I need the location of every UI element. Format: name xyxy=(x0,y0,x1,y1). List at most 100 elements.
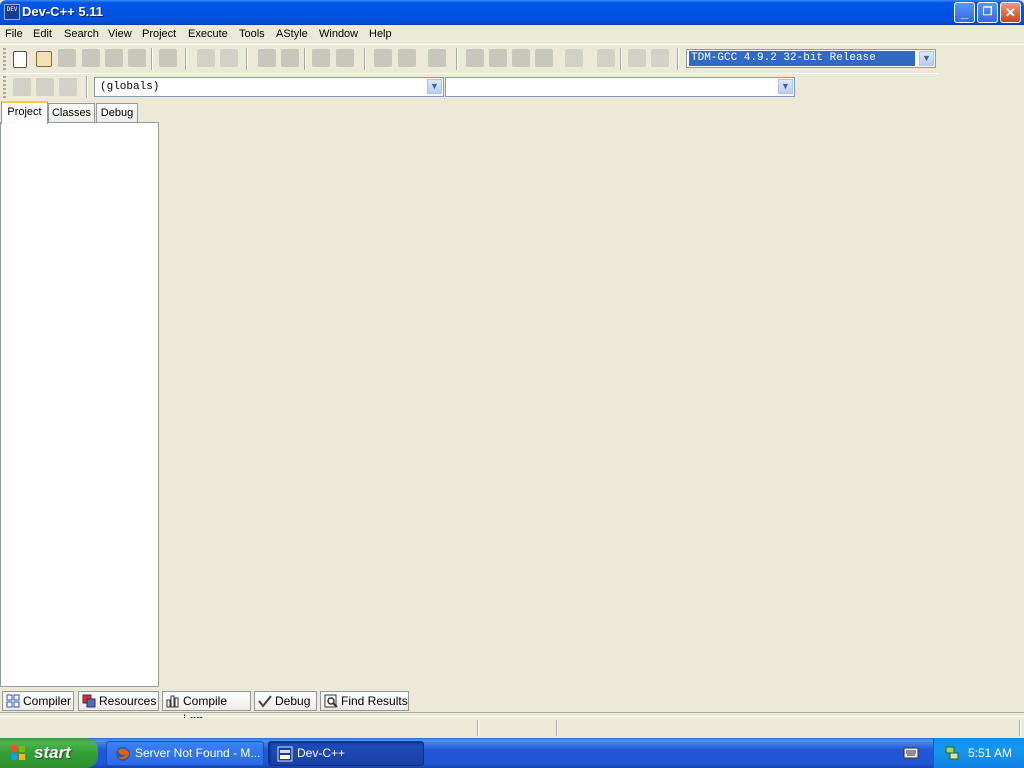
toolbar-separator xyxy=(364,48,366,70)
editor-area[interactable] xyxy=(160,101,1024,689)
resources-icon xyxy=(82,694,96,708)
menu-bar: File Edit Search View Project Execute To… xyxy=(0,25,1024,45)
close-button[interactable]: ✕ xyxy=(1000,2,1021,23)
compiler-selected-value: TDM-GCC 4.9.2 32-bit Release xyxy=(689,51,915,66)
undo-icon[interactable] xyxy=(197,49,215,67)
tab-debug[interactable]: Debug xyxy=(96,103,138,123)
toolbar-separator xyxy=(185,48,187,70)
restore-button[interactable]: ❐ xyxy=(977,2,998,23)
tab-compile-log[interactable]: Compile Log xyxy=(162,691,251,726)
open-file-icon[interactable] xyxy=(36,51,52,67)
minimize-icon: _ xyxy=(960,5,969,20)
menu-astyle[interactable]: AStyle xyxy=(276,28,308,40)
bookmark-icon[interactable] xyxy=(336,49,354,67)
compile-icon[interactable] xyxy=(466,49,484,67)
replace-icon[interactable] xyxy=(281,49,299,67)
status-divider xyxy=(1019,720,1021,736)
keyboard-icon[interactable] xyxy=(903,746,919,760)
grid-icon xyxy=(6,694,20,708)
redo-icon[interactable] xyxy=(220,49,238,67)
menu-search[interactable]: Search xyxy=(64,28,99,40)
indent-icon[interactable] xyxy=(59,78,77,96)
tab-resources[interactable]: Resources xyxy=(78,691,159,711)
run-icon[interactable] xyxy=(489,49,507,67)
profile-icon[interactable] xyxy=(628,49,646,67)
rebuild-all-icon[interactable] xyxy=(535,49,553,67)
insert-icon[interactable] xyxy=(13,78,31,96)
status-divider xyxy=(556,720,558,736)
menu-window[interactable]: Window xyxy=(319,28,358,40)
clock[interactable]: 5:51 AM xyxy=(968,746,1012,760)
menu-project[interactable]: Project xyxy=(142,28,176,40)
close-file-icon[interactable] xyxy=(105,49,123,67)
checkmark-icon xyxy=(258,695,272,708)
splitter[interactable] xyxy=(0,712,1024,717)
tab-label: Project xyxy=(7,106,42,118)
close-icon: ✕ xyxy=(1005,5,1016,20)
project-tree-panel[interactable] xyxy=(0,122,159,687)
devcpp-app-icon[interactable]: DEV xyxy=(4,4,20,20)
taskbar-item-devcpp[interactable]: Dev-C++ xyxy=(268,741,424,766)
stop-execution-icon[interactable] xyxy=(597,49,615,67)
print-icon[interactable] xyxy=(159,49,177,67)
chevron-down-icon[interactable]: ▼ xyxy=(778,79,793,94)
project-new-icon[interactable] xyxy=(374,49,392,67)
taskbar-item-firefox[interactable]: Server Not Found - M... xyxy=(106,741,264,766)
minimize-button[interactable]: _ xyxy=(954,2,975,23)
tab-compiler[interactable]: Compiler xyxy=(2,691,74,711)
title-bar[interactable] xyxy=(0,0,1024,25)
scope-selected-value: (globals) xyxy=(100,81,160,93)
tab-label: Debug xyxy=(100,107,134,119)
delete-profile-icon[interactable] xyxy=(651,49,669,67)
new-file-icon[interactable] xyxy=(13,51,27,68)
tab-label: Find Results xyxy=(341,694,408,708)
restore-icon: ❐ xyxy=(982,6,993,18)
window-title: Dev-C++ 5.11 xyxy=(22,4,103,19)
save-icon[interactable] xyxy=(58,49,76,67)
compiler-dropdown[interactable]: TDM-GCC 4.9.2 32-bit Release ▼ xyxy=(686,49,936,68)
toolbar-grip[interactable] xyxy=(3,48,6,70)
bar-chart-icon xyxy=(166,695,179,708)
tab-find-results[interactable]: Find Results xyxy=(320,691,409,711)
magnifier-icon xyxy=(324,694,338,708)
tab-label: Compiler xyxy=(23,694,72,708)
project-remove-icon[interactable] xyxy=(398,49,416,67)
save-all-icon[interactable] xyxy=(82,49,100,67)
chevron-down-icon[interactable]: ▼ xyxy=(427,79,442,94)
menu-view[interactable]: View xyxy=(108,28,132,40)
menu-file[interactable]: File xyxy=(5,28,23,40)
goto-line-icon[interactable] xyxy=(312,49,330,67)
menu-execute[interactable]: Execute xyxy=(188,28,228,40)
start-button[interactable]: start xyxy=(0,738,98,768)
toolbar-separator xyxy=(677,48,679,70)
windows-flag-icon xyxy=(11,746,25,760)
toolbar-separator xyxy=(304,48,306,70)
menu-tools[interactable]: Tools xyxy=(239,28,265,40)
scope-dropdown[interactable]: (globals) ▼ xyxy=(94,77,444,97)
toggle-comment-icon[interactable] xyxy=(36,78,54,96)
menu-help[interactable]: Help xyxy=(369,28,392,40)
close-all-icon[interactable] xyxy=(128,49,146,67)
network-icon[interactable] xyxy=(944,745,960,761)
task-label: Dev-C++ xyxy=(297,746,346,760)
tab-label: Classes xyxy=(51,107,92,119)
tab-debug-output[interactable]: Debug xyxy=(254,691,317,711)
tab-project[interactable]: Project xyxy=(1,101,48,124)
toolbar-separator xyxy=(86,76,88,98)
firefox-icon xyxy=(116,747,130,761)
syntax-check-icon[interactable] xyxy=(565,49,583,67)
function-dropdown[interactable]: ▼ xyxy=(445,77,795,97)
start-label: start xyxy=(34,743,71,762)
compile-run-icon[interactable] xyxy=(512,49,530,67)
toolbar-separator xyxy=(456,48,458,70)
toolbar-separator xyxy=(151,48,153,70)
toolbar-grip[interactable] xyxy=(3,76,6,98)
menu-edit[interactable]: Edit xyxy=(33,28,52,40)
tab-label: Resources xyxy=(99,694,157,708)
project-options-icon[interactable] xyxy=(428,49,446,67)
devcpp-icon xyxy=(277,746,293,762)
toolbar-separator xyxy=(246,48,248,70)
chevron-down-icon[interactable]: ▼ xyxy=(919,51,934,66)
tab-classes[interactable]: Classes xyxy=(48,103,95,123)
find-icon[interactable] xyxy=(258,49,276,67)
